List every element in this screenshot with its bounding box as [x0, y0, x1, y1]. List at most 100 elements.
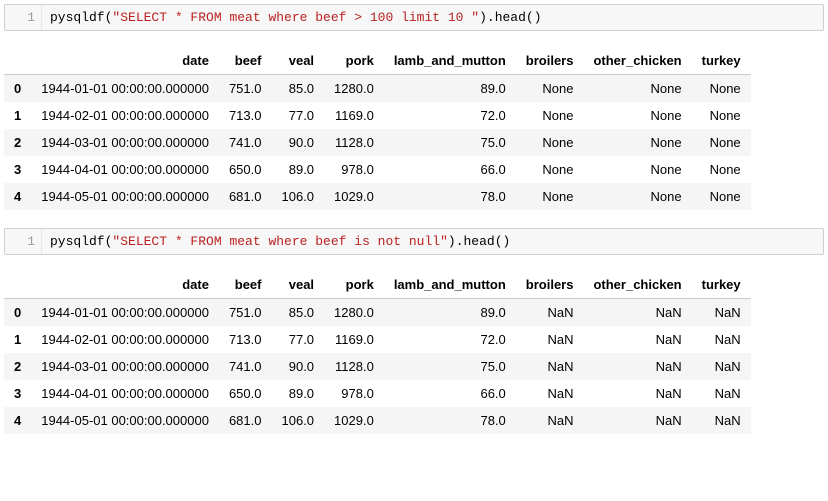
cell-lamb_and_mutton: 75.0 [384, 129, 516, 156]
cell-broilers: NaN [516, 407, 584, 434]
table-row: 01944-01-01 00:00:00.000000751.085.01280… [4, 75, 751, 103]
cell-other_chicken: None [583, 129, 691, 156]
cell-turkey: NaN [692, 326, 751, 353]
cell-broilers: NaN [516, 353, 584, 380]
cell-pork: 978.0 [324, 156, 384, 183]
col-header: pork [324, 271, 384, 299]
cell-date: 1944-03-01 00:00:00.000000 [31, 353, 219, 380]
cell-pork: 978.0 [324, 380, 384, 407]
cell-broilers: None [516, 75, 584, 103]
row-index: 2 [4, 353, 31, 380]
table-row: 01944-01-01 00:00:00.000000751.085.01280… [4, 299, 751, 327]
row-index: 3 [4, 156, 31, 183]
col-header: other_chicken [583, 271, 691, 299]
cell-veal: 89.0 [272, 380, 325, 407]
cell-other_chicken: None [583, 156, 691, 183]
cell-date: 1944-05-01 00:00:00.000000 [31, 183, 219, 210]
table-row: 41944-05-01 00:00:00.000000681.0106.0102… [4, 407, 751, 434]
output-dataframe: date beef veal pork lamb_and_mutton broi… [4, 271, 751, 434]
cell-turkey: None [692, 129, 751, 156]
col-header: date [31, 271, 219, 299]
cell-beef: 751.0 [219, 75, 272, 103]
code-token-tail: .head() [487, 10, 542, 25]
table-row: 11944-02-01 00:00:00.000000713.077.01169… [4, 326, 751, 353]
cell-broilers: NaN [516, 299, 584, 327]
cell-broilers: None [516, 183, 584, 210]
cell-lamb_and_mutton: 78.0 [384, 183, 516, 210]
cell-beef: 713.0 [219, 326, 272, 353]
table-row: 11944-02-01 00:00:00.000000713.077.01169… [4, 102, 751, 129]
cell-veal: 106.0 [272, 407, 325, 434]
col-header: veal [272, 271, 325, 299]
cell-broilers: None [516, 156, 584, 183]
cell-turkey: None [692, 75, 751, 103]
col-header: lamb_and_mutton [384, 271, 516, 299]
cell-turkey: None [692, 102, 751, 129]
code-token-string: "SELECT * FROM meat where beef is not nu… [112, 234, 447, 249]
cell-broilers: NaN [516, 380, 584, 407]
cell-veal: 85.0 [272, 299, 325, 327]
cell-lamb_and_mutton: 66.0 [384, 156, 516, 183]
code-token-tail: .head() [456, 234, 511, 249]
cell-lamb_and_mutton: 66.0 [384, 380, 516, 407]
table-row: 21944-03-01 00:00:00.000000741.090.01128… [4, 353, 751, 380]
cell-lamb_and_mutton: 75.0 [384, 353, 516, 380]
row-index: 2 [4, 129, 31, 156]
cell-broilers: None [516, 102, 584, 129]
table-row: 31944-04-01 00:00:00.000000650.089.0978.… [4, 156, 751, 183]
row-index: 4 [4, 407, 31, 434]
cell-turkey: NaN [692, 380, 751, 407]
code-token-fn: pysqldf [50, 10, 105, 25]
col-header: turkey [692, 47, 751, 75]
cell-pork: 1128.0 [324, 353, 384, 380]
cell-beef: 650.0 [219, 156, 272, 183]
cell-date: 1944-01-01 00:00:00.000000 [31, 75, 219, 103]
cell-beef: 751.0 [219, 299, 272, 327]
cell-other_chicken: NaN [583, 326, 691, 353]
cell-other_chicken: NaN [583, 353, 691, 380]
cell-beef: 741.0 [219, 353, 272, 380]
code-cell: 1 pysqldf("SELECT * FROM meat where beef… [4, 4, 824, 31]
cell-date: 1944-01-01 00:00:00.000000 [31, 299, 219, 327]
code-token-paren: ) [448, 234, 456, 249]
cell-other_chicken: NaN [583, 380, 691, 407]
table-header: date beef veal pork lamb_and_mutton broi… [4, 271, 751, 299]
cell-other_chicken: None [583, 183, 691, 210]
cell-lamb_and_mutton: 72.0 [384, 326, 516, 353]
code-content: pysqldf("SELECT * FROM meat where beef i… [42, 229, 518, 254]
cell-lamb_and_mutton: 78.0 [384, 407, 516, 434]
table-header: date beef veal pork lamb_and_mutton broi… [4, 47, 751, 75]
cell-veal: 90.0 [272, 353, 325, 380]
cell-turkey: NaN [692, 353, 751, 380]
cell-veal: 90.0 [272, 129, 325, 156]
cell-date: 1944-05-01 00:00:00.000000 [31, 407, 219, 434]
cell-turkey: None [692, 183, 751, 210]
col-header: broilers [516, 47, 584, 75]
table-row: 31944-04-01 00:00:00.000000650.089.0978.… [4, 380, 751, 407]
row-index: 1 [4, 102, 31, 129]
cell-veal: 77.0 [272, 326, 325, 353]
cell-pork: 1169.0 [324, 326, 384, 353]
row-index: 4 [4, 183, 31, 210]
cell-beef: 741.0 [219, 129, 272, 156]
cell-other_chicken: NaN [583, 299, 691, 327]
col-header: lamb_and_mutton [384, 47, 516, 75]
code-line-number: 1 [5, 5, 42, 30]
cell-veal: 77.0 [272, 102, 325, 129]
col-header: pork [324, 47, 384, 75]
col-header: other_chicken [583, 47, 691, 75]
col-header: broilers [516, 271, 584, 299]
cell-lamb_and_mutton: 72.0 [384, 102, 516, 129]
cell-pork: 1280.0 [324, 75, 384, 103]
cell-turkey: None [692, 156, 751, 183]
cell-veal: 106.0 [272, 183, 325, 210]
row-index: 0 [4, 299, 31, 327]
cell-date: 1944-03-01 00:00:00.000000 [31, 129, 219, 156]
cell-date: 1944-04-01 00:00:00.000000 [31, 380, 219, 407]
row-index: 3 [4, 380, 31, 407]
col-header: beef [219, 47, 272, 75]
output-dataframe: date beef veal pork lamb_and_mutton broi… [4, 47, 751, 210]
cell-broilers: NaN [516, 326, 584, 353]
cell-lamb_and_mutton: 89.0 [384, 299, 516, 327]
cell-date: 1944-02-01 00:00:00.000000 [31, 326, 219, 353]
